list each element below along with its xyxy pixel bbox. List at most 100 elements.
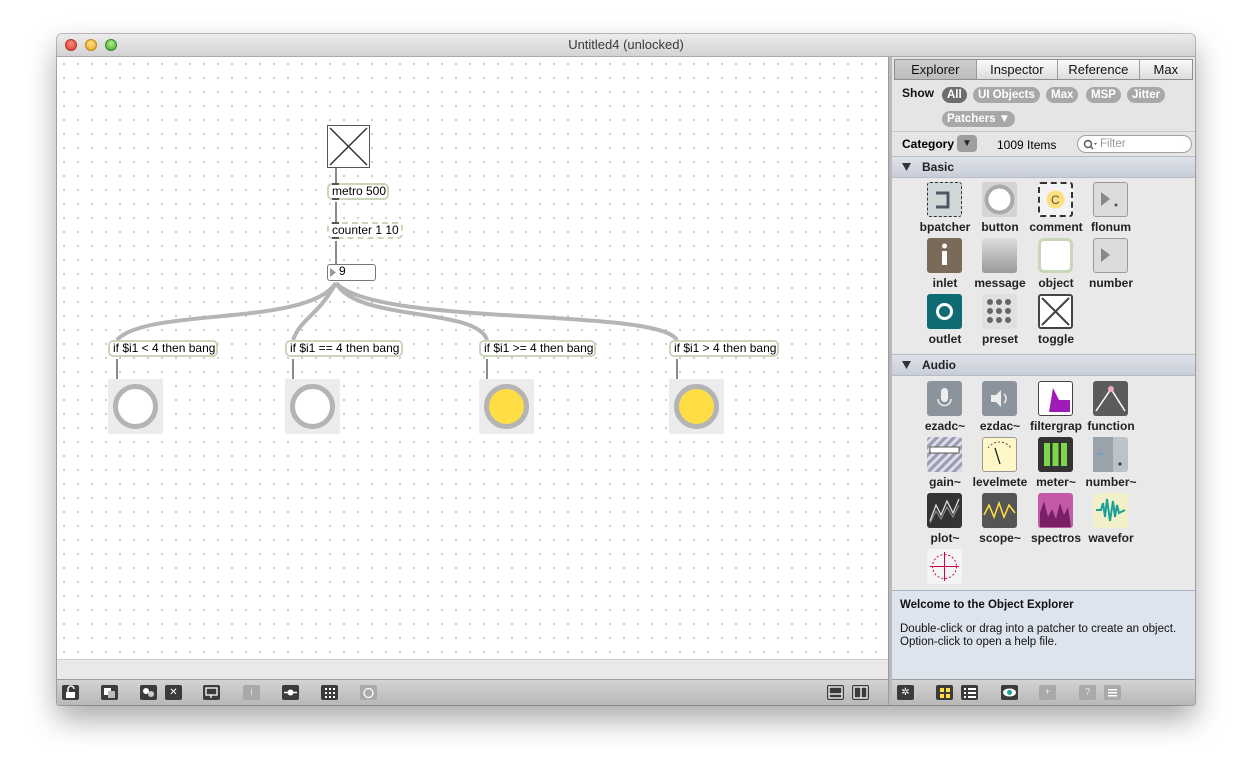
item-preset[interactable]: preset	[972, 294, 1028, 350]
bang-button-4[interactable]	[669, 379, 724, 434]
number-icon	[1093, 238, 1128, 273]
item-partial[interactable]	[917, 549, 973, 590]
item-meter[interactable]: meter~	[1028, 437, 1084, 493]
number-box[interactable]: 9	[327, 264, 376, 281]
condition-object-2[interactable]: if $i1 == 4 then bang	[285, 340, 403, 357]
svg-text:C: C	[1051, 193, 1060, 207]
toggle-object[interactable]	[327, 125, 370, 168]
category-dropdown-icon[interactable]: ▼	[957, 135, 977, 152]
item-filtergraph[interactable]: filtergrap	[1028, 381, 1084, 437]
tab-reference[interactable]: Reference	[1058, 60, 1140, 79]
section-header-audio[interactable]: Audio	[892, 354, 1195, 376]
welcome-line-2: Option-click to open a help file.	[900, 636, 1058, 648]
bang-button-2[interactable]	[285, 379, 340, 434]
gear-icon[interactable]: ✲	[897, 685, 914, 700]
patch-cords	[115, 168, 679, 379]
patcher-canvas[interactable]: metro 500 counter 1 10 9 if $i1 < 4 then…	[57, 57, 888, 659]
counter-object-text: counter 1 10	[332, 223, 399, 237]
audio-items-grid: ezadc~ ezdac~ filtergrap function gain~ …	[892, 376, 1195, 590]
item-button[interactable]: button	[972, 182, 1028, 238]
number-box-value: 9	[339, 264, 346, 278]
item-label: wavefor	[1088, 531, 1134, 545]
search-icon	[1083, 139, 1097, 150]
item-label: message	[974, 276, 1026, 290]
preset-icon	[982, 294, 1017, 329]
clear-icon[interactable]: ✕	[165, 685, 182, 700]
items-count: 1009 Items	[997, 138, 1057, 152]
debug-icon[interactable]	[360, 685, 377, 700]
item-outlet[interactable]: outlet	[917, 294, 973, 350]
welcome-panel: Welcome to the Object Explorer Double-cl…	[892, 590, 1195, 680]
menu-icon[interactable]	[1104, 685, 1121, 700]
item-object[interactable]: object	[1028, 238, 1084, 294]
item-ezadc[interactable]: ezadc~	[917, 381, 973, 437]
eye-icon[interactable]	[1001, 685, 1018, 700]
filter-msp[interactable]: MSP	[1086, 87, 1121, 103]
condition-object-1[interactable]: if $i1 < 4 then bang	[108, 340, 218, 357]
condition-object-3[interactable]: if $i1 >= 4 then bang	[479, 340, 596, 357]
palette-icon[interactable]	[140, 685, 157, 700]
tab-max[interactable]: Max	[1140, 60, 1192, 79]
filter-search-field[interactable]: Filter	[1077, 135, 1192, 153]
info-icon[interactable]: i	[243, 685, 260, 700]
waveform-icon	[1093, 493, 1128, 528]
item-inlet[interactable]: inlet	[917, 238, 973, 294]
item-number[interactable]: number	[1083, 238, 1139, 294]
split-horizontal-icon[interactable]	[827, 685, 844, 700]
add-icon[interactable]: +	[1039, 685, 1056, 700]
bang-button-1[interactable]	[108, 379, 163, 434]
item-comment[interactable]: Ccomment	[1028, 182, 1084, 238]
list-view-icon[interactable]	[961, 685, 978, 700]
item-message[interactable]: message	[972, 238, 1028, 294]
help-icon[interactable]: ?	[1079, 685, 1096, 700]
grid-icon[interactable]	[321, 685, 338, 700]
tab-inspector[interactable]: Inspector	[977, 60, 1059, 79]
item-function[interactable]: function	[1083, 381, 1139, 437]
item-gain[interactable]: gain~	[917, 437, 973, 493]
button-icon	[982, 182, 1017, 217]
filter-jitter[interactable]: Jitter	[1127, 87, 1166, 103]
tab-explorer[interactable]: Explorer	[895, 60, 977, 79]
bang-button-3[interactable]	[479, 379, 534, 434]
item-number-tilde[interactable]: ~ number~	[1083, 437, 1139, 493]
levelmeter-icon	[982, 437, 1017, 472]
filter-all[interactable]: All	[942, 87, 967, 103]
item-flonum[interactable]: flonum	[1083, 182, 1139, 238]
filter-patchers[interactable]: Patchers ▼	[942, 111, 1016, 127]
condition-text: if $i1 > 4 then bang	[674, 341, 777, 355]
patch-cord-icon[interactable]	[282, 685, 299, 700]
grid-view-icon[interactable]	[936, 685, 953, 700]
filtergraph-icon	[1038, 381, 1073, 416]
item-toggle[interactable]: toggle	[1028, 294, 1084, 350]
item-levelmeter[interactable]: levelmete	[972, 437, 1028, 493]
condition-object-4[interactable]: if $i1 > 4 then bang	[669, 340, 779, 357]
sidebar-toolbar: ✲ + ?	[892, 679, 1195, 705]
scope-icon	[982, 493, 1017, 528]
item-waveform[interactable]: wavefor	[1083, 493, 1139, 549]
new-object-icon[interactable]	[101, 685, 118, 700]
number-triangle-icon	[330, 268, 336, 277]
number-tilde-icon: ~	[1093, 437, 1128, 472]
cord-number-cond-2	[291, 282, 338, 341]
function-icon	[1093, 381, 1128, 416]
item-spectroscope[interactable]: spectros	[1028, 493, 1084, 549]
filter-ui-objects[interactable]: UI Objects	[973, 87, 1040, 103]
item-plot[interactable]: plot~	[917, 493, 973, 549]
filter-max[interactable]: Max	[1046, 87, 1079, 103]
svg-text:~: ~	[1097, 447, 1104, 461]
presentation-icon[interactable]	[203, 685, 220, 700]
patcher-toolbar: ✕ i	[57, 679, 888, 705]
metro-object[interactable]: metro 500	[327, 183, 389, 200]
item-label: levelmete	[972, 475, 1028, 489]
lock-icon[interactable]	[62, 685, 79, 700]
section-header-basic[interactable]: Basic	[892, 156, 1195, 178]
section-title: Basic	[922, 160, 955, 174]
split-vertical-icon[interactable]	[852, 685, 869, 700]
item-bpatcher[interactable]: bpatcher	[917, 182, 973, 238]
horizontal-scrollbar[interactable]	[57, 659, 888, 679]
metro-object-text: metro 500	[332, 184, 387, 198]
title-bar[interactable]: Untitled4 (unlocked)	[57, 34, 1195, 57]
item-ezdac[interactable]: ezdac~	[972, 381, 1028, 437]
counter-object[interactable]: counter 1 10	[327, 222, 403, 239]
item-scope[interactable]: scope~	[972, 493, 1028, 549]
